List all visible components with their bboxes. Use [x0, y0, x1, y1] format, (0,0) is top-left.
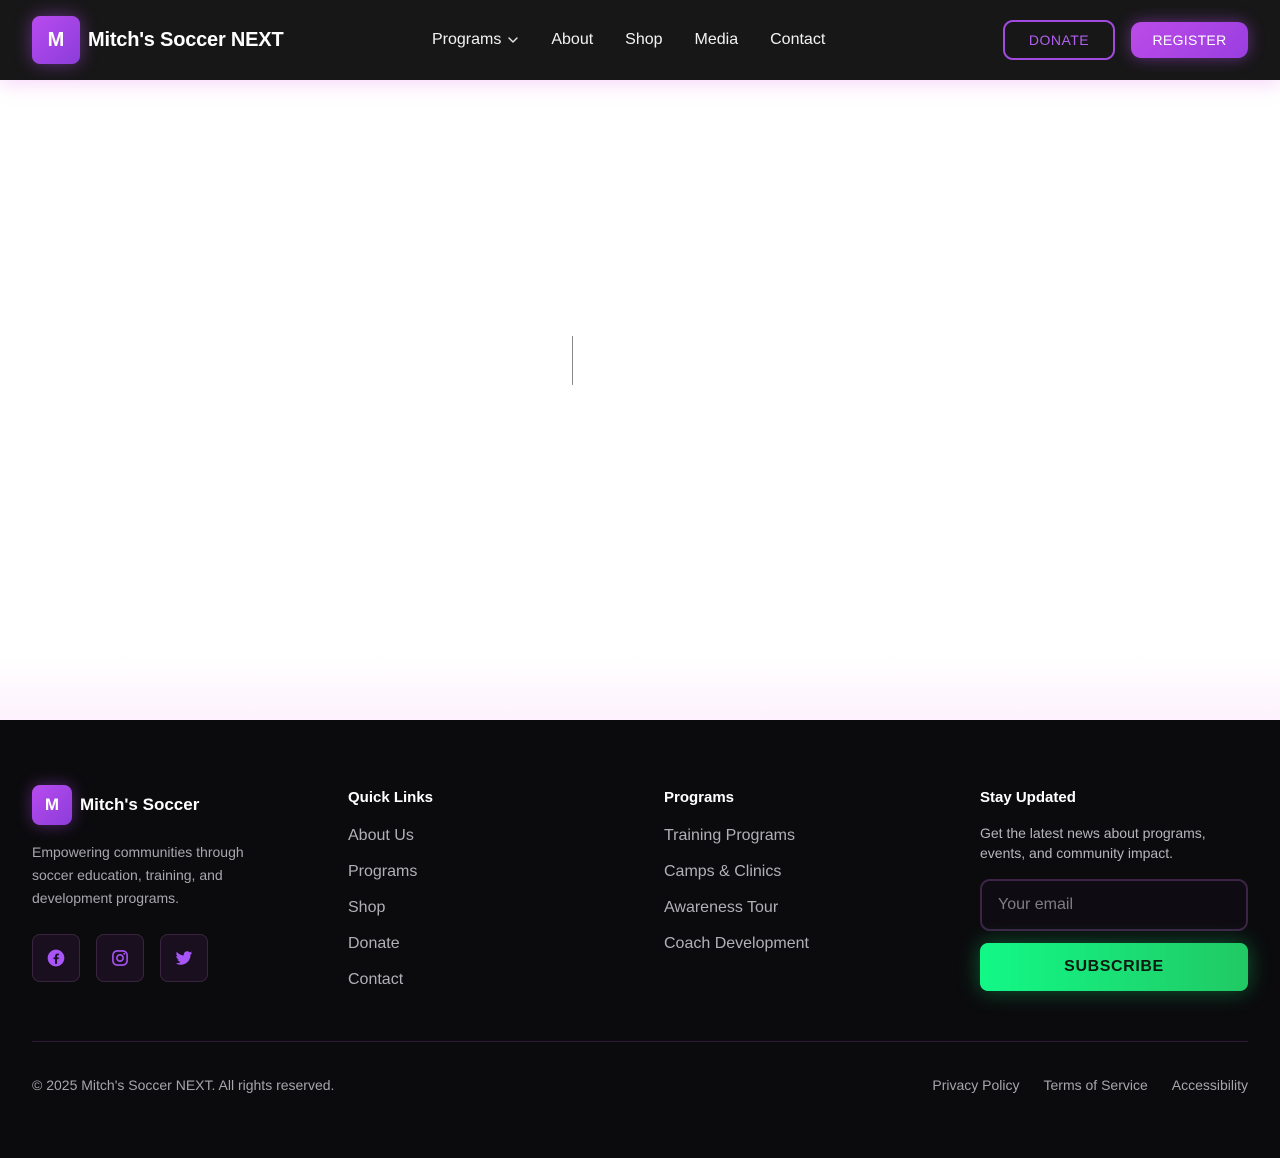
newsletter-text: Get the latest news about programs, even…	[980, 825, 1206, 861]
nav-item-label: Media	[694, 31, 739, 48]
main-content	[0, 80, 1280, 720]
brand-logo-link[interactable]: M Mitch's Soccer NEXT	[32, 16, 284, 64]
nav-item-shop[interactable]: Shop	[625, 31, 662, 49]
donate-button[interactable]: DONATE	[1003, 20, 1115, 60]
programs-list: Training Programs Camps & Clinics Awaren…	[664, 826, 809, 954]
instagram-link[interactable]	[96, 934, 144, 982]
accessibility-link[interactable]: Accessibility	[1172, 1076, 1248, 1094]
subscribe-button[interactable]: SUBSCRIBE	[980, 943, 1248, 991]
register-button[interactable]: REGISTER	[1131, 22, 1248, 58]
quick-links-list: About Us Programs Shop Donate Contact	[348, 826, 433, 990]
nav-item-about[interactable]: About	[551, 31, 593, 49]
nav-item-label: Contact	[770, 31, 826, 48]
logo-badge: M	[32, 16, 80, 64]
facebook-icon	[47, 949, 65, 967]
footer-brand-column: M Mitch's Soccer Empowering communities …	[32, 785, 292, 982]
twitter-link[interactable]	[160, 934, 208, 982]
footer-link-contact[interactable]: Contact	[348, 970, 433, 990]
footer-link-programs[interactable]: Programs	[348, 862, 433, 882]
footer-tagline: Empowering communities through soccer ed…	[32, 844, 244, 906]
brand-name: Mitch's Soccer NEXT	[88, 28, 284, 51]
copyright-text: © 2025 Mitch's Soccer NEXT. All rights r…	[32, 1077, 335, 1093]
nav-item-label: Shop	[625, 31, 663, 48]
nav-item-label: Programs	[432, 31, 502, 48]
footer-brand-name: Mitch's Soccer	[80, 795, 200, 814]
footer-link-donate[interactable]: Donate	[348, 934, 433, 954]
instagram-icon	[112, 950, 128, 966]
main-nav: Programs About Shop Media Contact	[432, 28, 825, 52]
footer-brand[interactable]: M Mitch's Soccer	[32, 785, 292, 825]
footer-link-about-us[interactable]: About Us	[348, 826, 433, 846]
programs-column: Programs Training Programs Camps & Clini…	[664, 785, 809, 970]
footer-link-awareness-tour[interactable]: Awareness Tour	[664, 898, 809, 918]
nav-item-label: About	[551, 31, 594, 48]
footer-divider	[32, 1041, 1248, 1042]
chevron-down-icon	[508, 37, 519, 43]
footer-link-coach-development[interactable]: Coach Development	[664, 934, 809, 954]
quick-links-title: Quick Links	[348, 789, 434, 806]
quick-links-column: Quick Links About Us Programs Shop Donat…	[348, 785, 433, 1006]
footer-link-shop[interactable]: Shop	[348, 898, 433, 918]
footer-link-training-programs[interactable]: Training Programs	[664, 826, 809, 846]
nav-item-contact[interactable]: Contact	[770, 31, 825, 49]
text-cursor	[572, 336, 573, 385]
twitter-icon	[175, 951, 193, 965]
newsletter-title: Stay Updated	[980, 789, 1076, 806]
email-field[interactable]	[980, 879, 1248, 931]
nav-item-programs[interactable]: Programs	[432, 31, 519, 49]
footer-logo-badge: M	[32, 785, 72, 825]
legal-links: Privacy Policy Terms of Service Accessib…	[932, 1076, 1248, 1094]
site-header: M Mitch's Soccer NEXT Programs About Sho…	[0, 0, 1280, 80]
footer-link-camps-clinics[interactable]: Camps & Clinics	[664, 862, 809, 882]
programs-title: Programs	[664, 789, 735, 806]
social-links	[32, 934, 292, 982]
facebook-link[interactable]	[32, 934, 80, 982]
terms-of-service-link[interactable]: Terms of Service	[1044, 1076, 1148, 1094]
newsletter-column: Stay Updated Get the latest news about p…	[980, 785, 1248, 991]
privacy-policy-link[interactable]: Privacy Policy	[932, 1076, 1019, 1094]
nav-item-media[interactable]: Media	[695, 31, 739, 49]
site-footer: M Mitch's Soccer Empowering communities …	[0, 720, 1280, 1158]
